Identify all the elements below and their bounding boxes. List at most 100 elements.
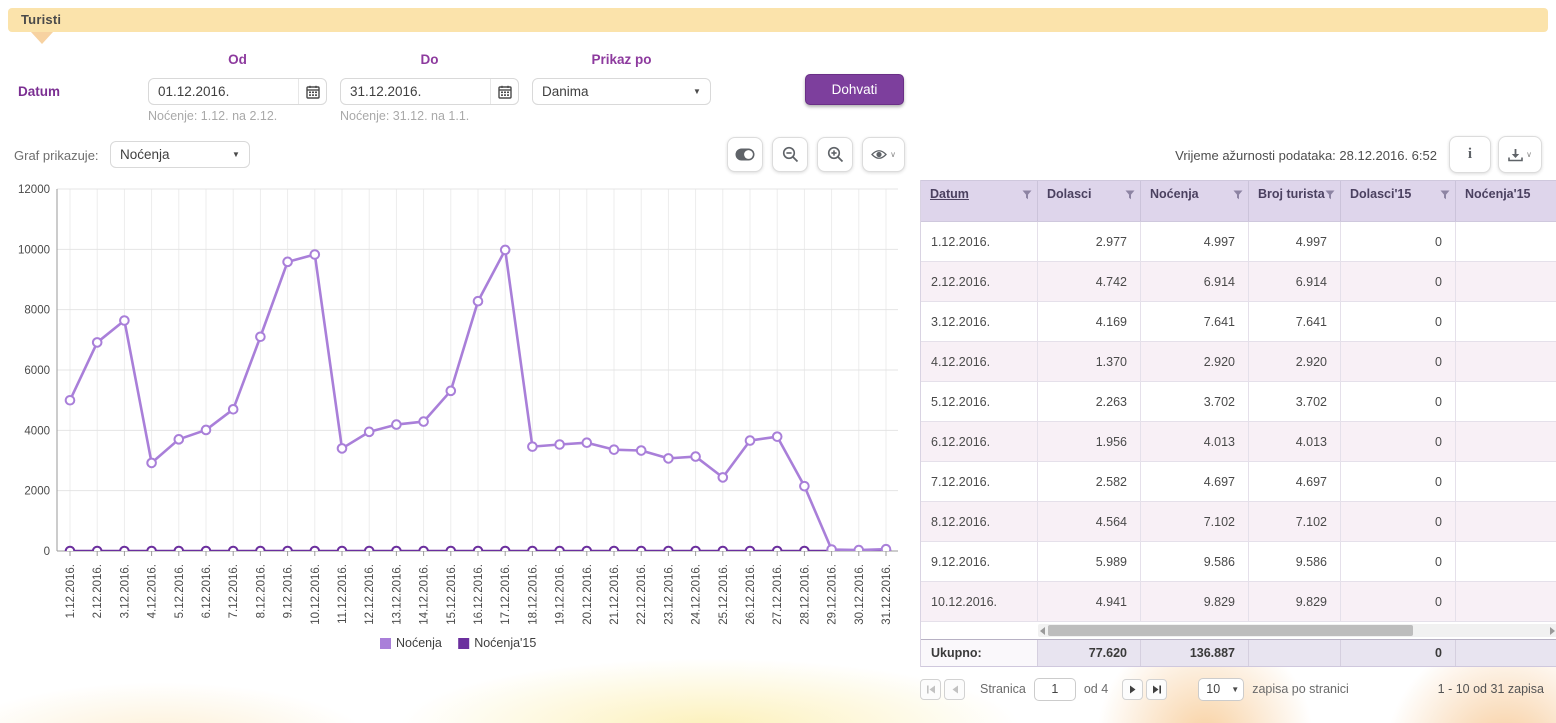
chevron-down-icon: ▼ <box>223 150 249 159</box>
date-to-input[interactable]: 31.12.2016. <box>340 78 519 105</box>
svg-text:0: 0 <box>44 546 50 558</box>
cell-value: 4.169 <box>1038 302 1141 342</box>
zoom-out-button[interactable] <box>772 137 808 172</box>
svg-text:19.12.2016.: 19.12.2016. <box>555 564 567 625</box>
datum-label: Datum <box>18 84 60 99</box>
cell-value: 0 <box>1341 542 1456 582</box>
filter-icon <box>1233 190 1243 200</box>
svg-text:4000: 4000 <box>24 425 50 437</box>
line-chart[interactable]: 0200040006000800010000120001.12.2016.2.1… <box>8 182 913 664</box>
column-header-broj-turista[interactable]: Broj turista <box>1249 181 1341 221</box>
next-page-button[interactable] <box>1122 679 1143 700</box>
cell-value: 4.997 <box>1249 222 1341 262</box>
total-value: 136.887 <box>1141 640 1249 666</box>
table-row[interactable]: 9.12.2016.5.9899.5869.5860 <box>921 542 1556 582</box>
series-visibility-button[interactable]: ∨ <box>862 137 905 172</box>
table-total-row: Ukupno:77.620136.8870 <box>921 639 1556 667</box>
table-row[interactable]: 4.12.2016.1.3702.9202.9200 <box>921 342 1556 382</box>
cell-value <box>1456 382 1556 422</box>
prikaz-po-select[interactable]: Danima ▼ <box>532 78 711 105</box>
calendar-icon[interactable] <box>298 79 326 104</box>
cell-value <box>1456 302 1556 342</box>
svg-text:23.12.2016.: 23.12.2016. <box>663 564 675 625</box>
cell-value: 2.920 <box>1141 342 1249 382</box>
column-header-no-enja-15[interactable]: Noćenja'15 <box>1456 181 1556 221</box>
svg-text:10.12.2016.: 10.12.2016. <box>310 564 322 625</box>
cell-datum: 6.12.2016. <box>921 422 1038 462</box>
svg-text:6000: 6000 <box>24 365 50 377</box>
table-row[interactable]: 6.12.2016.1.9564.0134.0130 <box>921 422 1556 462</box>
table-row[interactable]: 3.12.2016.4.1697.6417.6410 <box>921 302 1556 342</box>
cell-value <box>1456 542 1556 582</box>
table-header-row: DatumDolasciNoćenjaBroj turistaDolasci'1… <box>921 180 1556 222</box>
table-row[interactable]: 1.12.2016.2.9774.9974.9970 <box>921 222 1556 262</box>
table-row[interactable]: 8.12.2016.4.5647.1027.1020 <box>921 502 1556 542</box>
total-value <box>1249 640 1341 666</box>
cell-value: 0 <box>1341 502 1456 542</box>
header-pointer-triangle <box>31 32 53 44</box>
do-label: Do <box>340 52 519 67</box>
svg-text:2.12.2016.: 2.12.2016. <box>92 564 104 618</box>
svg-text:26.12.2016.: 26.12.2016. <box>745 564 757 625</box>
svg-text:11.12.2016.: 11.12.2016. <box>337 564 349 624</box>
pagination-bar: Stranica od 4 10 ▼ zapisa po stranici 1 … <box>920 677 1556 701</box>
total-value <box>1456 640 1556 666</box>
cell-value: 0 <box>1341 222 1456 262</box>
svg-text:17.12.2016.: 17.12.2016. <box>500 564 512 625</box>
graf-select-value: Noćenja <box>111 147 223 162</box>
dohvati-button[interactable]: Dohvati <box>805 74 904 105</box>
info-button[interactable]: i <box>1449 136 1491 173</box>
table-horizontal-scrollbar[interactable] <box>921 622 1556 639</box>
column-header-no-enja[interactable]: Noćenja <box>1141 181 1249 221</box>
chevron-down-icon: ∨ <box>1526 150 1532 159</box>
scrollbar-thumb[interactable] <box>1048 625 1413 636</box>
previous-page-button[interactable] <box>944 679 965 700</box>
cell-value <box>1456 502 1556 542</box>
zoom-in-button[interactable] <box>817 137 853 172</box>
table-row[interactable]: 7.12.2016.2.5824.6974.6970 <box>921 462 1556 502</box>
cell-value: 9.586 <box>1141 542 1249 582</box>
cell-value <box>1456 262 1556 302</box>
cell-value: 6.914 <box>1141 262 1249 302</box>
column-header-dolasci-15[interactable]: Dolasci'15 <box>1341 181 1456 221</box>
cell-value: 0 <box>1341 262 1456 302</box>
table-row[interactable]: 5.12.2016.2.2633.7023.7020 <box>921 382 1556 422</box>
cell-value: 4.013 <box>1141 422 1249 462</box>
page-size-select[interactable]: 10 ▼ <box>1198 678 1244 701</box>
last-page-button[interactable] <box>1146 679 1167 700</box>
graf-select[interactable]: Noćenja ▼ <box>110 141 250 168</box>
svg-text:14.12.2016.: 14.12.2016. <box>419 564 431 625</box>
date-from-input[interactable]: 01.12.2016. <box>148 78 327 105</box>
cell-value: 0 <box>1341 382 1456 422</box>
svg-text:15.12.2016.: 15.12.2016. <box>446 564 458 625</box>
cell-value: 7.102 <box>1249 502 1341 542</box>
svg-text:25.12.2016.: 25.12.2016. <box>718 564 730 625</box>
table-row[interactable]: 2.12.2016.4.7426.9146.9140 <box>921 262 1556 302</box>
column-header-dolasci[interactable]: Dolasci <box>1038 181 1141 221</box>
cell-value: 0 <box>1341 422 1456 462</box>
date-from-value: 01.12.2016. <box>149 84 298 99</box>
cell-value <box>1456 342 1556 382</box>
svg-text:29.12.2016.: 29.12.2016. <box>827 564 839 625</box>
export-button[interactable]: ∨ <box>1498 136 1542 173</box>
svg-text:3.12.2016.: 3.12.2016. <box>119 564 131 618</box>
prikaz-po-label: Prikaz po <box>532 52 711 67</box>
svg-text:8000: 8000 <box>24 305 50 317</box>
scroll-left-icon[interactable] <box>1040 627 1045 635</box>
page-title: Turisti <box>21 12 61 27</box>
legend-swatch <box>380 638 391 649</box>
scroll-right-icon[interactable] <box>1550 627 1555 635</box>
svg-text:30.12.2016.: 30.12.2016. <box>854 564 866 625</box>
column-header-datum[interactable]: Datum <box>921 181 1038 221</box>
scrollbar-track[interactable] <box>1038 624 1556 637</box>
table-row[interactable]: 10.12.2016.4.9419.8299.8290 <box>921 582 1556 622</box>
frozen-column-spacer <box>921 622 1038 639</box>
filter-icon <box>1440 190 1450 200</box>
toggle-view-button[interactable] <box>727 137 763 172</box>
svg-text:6.12.2016.: 6.12.2016. <box>201 564 213 618</box>
page-number-input[interactable] <box>1034 678 1076 701</box>
first-page-button[interactable] <box>920 679 941 700</box>
data-table: DatumDolasciNoćenjaBroj turistaDolasci'1… <box>920 180 1556 667</box>
cell-value <box>1456 222 1556 262</box>
calendar-icon[interactable] <box>490 79 518 104</box>
